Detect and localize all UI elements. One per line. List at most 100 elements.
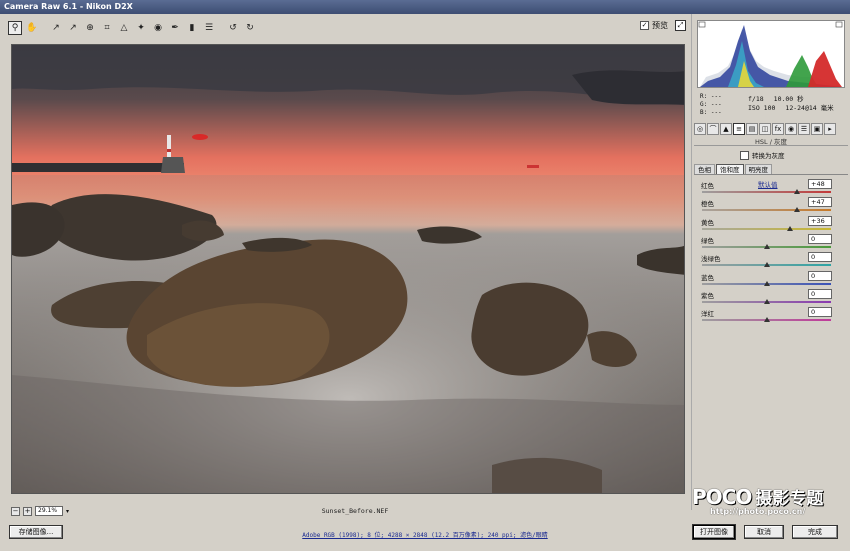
tab-detail-icon[interactable]: ▲ — [720, 122, 732, 135]
saturation-slider[interactable]: 红色 +48 — [701, 179, 833, 198]
subtab-2[interactable]: 明亮度 — [744, 164, 772, 174]
tab-effects-icon[interactable]: fx — [772, 122, 784, 135]
slider-thumb[interactable] — [794, 207, 801, 213]
watermark: POCO 摄影专题 http://photo.poco.cn/ — [692, 484, 847, 516]
zoom-dropdown-icon[interactable]: ▾ — [66, 508, 69, 515]
watermark-url: http://photo.poco.cn/ — [710, 507, 806, 516]
preview-label: 预览 — [652, 21, 668, 30]
slider-value-field[interactable]: 0 — [808, 288, 832, 299]
slider-thumb[interactable] — [786, 225, 793, 231]
slider-value-field[interactable]: 0 — [808, 252, 832, 263]
slider-thumb[interactable] — [763, 280, 770, 286]
save-image-button[interactable]: 存储图像... — [9, 525, 63, 539]
saturation-slider[interactable]: 黄色 +36 — [701, 215, 833, 235]
filename-label: Sunset_Before.NEF — [321, 507, 389, 515]
slider-label: 蓝色 — [701, 273, 714, 282]
straighten-tool-icon[interactable]: △ — [117, 21, 131, 35]
tab-lens-corrections-icon[interactable]: ◫ — [759, 122, 771, 135]
slider-label: 红色 — [701, 182, 714, 190]
zoom-tool-icon[interactable]: ⚲ — [8, 21, 22, 35]
watermark-logo: POCO — [692, 485, 752, 509]
tab-tone-curve-icon[interactable]: ⌒ — [707, 122, 719, 135]
saturation-slider[interactable]: 洋红 0 — [701, 307, 833, 326]
tab-camera-calibration-icon[interactable]: ◉ — [785, 122, 797, 135]
adjustments-panel: R: --- G: --- B: --- f/18 10.00 秒 ISO 100… — [691, 14, 850, 510]
zoom-out-button[interactable]: − — [11, 506, 20, 516]
slider-label: 洋红 — [701, 310, 714, 319]
readout-b: B: --- — [700, 109, 722, 116]
cancel-button[interactable]: 取消 — [744, 525, 784, 539]
white-balance-tool-icon[interactable]: ↗ — [49, 21, 63, 35]
panel-title: HSL / 灰度 — [694, 136, 848, 146]
adjustment-brush-icon[interactable]: ✒ — [168, 21, 182, 35]
shutter-speed: 10.00 秒 — [773, 95, 804, 103]
color-sampler-tool-icon[interactable]: ↗ — [66, 21, 80, 35]
open-image-button[interactable]: 打开图像 — [692, 524, 736, 540]
slider-thumb[interactable] — [794, 189, 801, 194]
spot-removal-tool-icon[interactable]: ✦ — [134, 21, 148, 35]
slider-value-field[interactable]: +47 — [808, 197, 832, 208]
slider-thumb[interactable] — [763, 243, 770, 249]
slider-label: 紫色 — [701, 291, 714, 300]
preview-toggle[interactable]: ✓ 预览 — [640, 20, 668, 31]
slider-value-field[interactable]: 0 — [808, 233, 832, 244]
preview-checkbox[interactable]: ✓ — [640, 21, 649, 30]
watermark-title: 摄影专题 — [755, 489, 824, 509]
tab-presets-icon[interactable]: ☰ — [798, 122, 810, 135]
convert-grayscale-checkbox[interactable] — [740, 150, 749, 160]
slider-value-field[interactable]: +48 — [808, 179, 832, 189]
slider-track[interactable] — [702, 191, 831, 193]
saturation-slider[interactable]: 紫色 0 — [701, 288, 833, 308]
rgb-readout: R: --- G: --- B: --- — [700, 93, 722, 117]
aperture: f/18 — [748, 95, 764, 103]
saturation-slider[interactable]: 绿色 0 — [701, 233, 833, 253]
slider-label: 绿色 — [701, 236, 714, 245]
preferences-icon[interactable]: ☰ — [202, 21, 216, 35]
slider-thumb[interactable] — [763, 317, 770, 323]
subtab-0[interactable]: 色相 — [694, 164, 715, 174]
hsl-subtabs: 色相 饱和度 明亮度 — [694, 164, 773, 174]
rotate-cw-icon[interactable]: ↻ — [243, 21, 257, 35]
tab-snapshots-icon[interactable]: ▣ — [811, 122, 823, 135]
subtab-1[interactable]: 饱和度 — [716, 164, 744, 174]
toolbar: ⚲ ✋ ↗ ↗ ⊕ ⌗ △ ✦ ◉ ✒ ▮ ☰ ↺ ↻ — [8, 18, 688, 38]
histogram — [697, 20, 845, 88]
readout-g: G: --- — [700, 101, 722, 108]
window-title: Camera Raw 6.1 - Nikon D2X — [0, 0, 850, 14]
graduated-filter-icon[interactable]: ▮ — [185, 21, 199, 35]
iso: ISO 100 — [748, 104, 776, 112]
slider-track[interactable] — [702, 227, 831, 230]
slider-label: 橙色 — [701, 200, 714, 209]
slider-value-field[interactable]: 0 — [808, 307, 832, 318]
lens: 12-24@14 毫米 — [785, 104, 834, 112]
convert-grayscale-toggle[interactable]: 转换为灰度 — [740, 150, 785, 160]
saturation-slider[interactable]: 浅绿色 0 — [701, 252, 833, 271]
saturation-slider[interactable]: 蓝色 0 — [701, 270, 833, 290]
slider-value-field[interactable]: +36 — [808, 215, 832, 226]
hand-tool-icon[interactable]: ✋ — [25, 21, 39, 35]
tab-hsl-icon[interactable]: ≡ — [733, 122, 745, 135]
zoom-control: − + 29.1% ▾ — [11, 506, 69, 516]
landscape-photo — [12, 45, 684, 493]
panel-tabs: ◎ ⌒ ▲ ≡ ▤ ◫ fx ◉ ☰ ▣ ▸ — [694, 122, 848, 135]
targeted-adjustment-tool-icon[interactable]: ⊕ — [83, 21, 97, 35]
workflow-options-link[interactable]: Adobe RGB (1998); 8 位; 4288 × 2848 (12.2… — [240, 530, 610, 539]
panel-menu-icon[interactable]: ▸ — [824, 122, 836, 135]
red-eye-tool-icon[interactable]: ◉ — [151, 21, 165, 35]
saturation-slider[interactable]: 橙色 +47 — [701, 197, 833, 216]
zoom-in-button[interactable]: + — [23, 506, 32, 516]
camera-info: f/18 10.00 秒 ISO 100 12-24@14 毫米 — [748, 95, 834, 113]
slider-value-field[interactable]: 0 — [808, 270, 832, 281]
rotate-ccw-icon[interactable]: ↺ — [226, 21, 240, 35]
slider-thumb[interactable] — [763, 298, 770, 304]
crop-tool-icon[interactable]: ⌗ — [100, 21, 114, 35]
fullscreen-icon[interactable]: ⤢ — [675, 20, 686, 31]
readout-r: R: --- — [700, 93, 722, 100]
slider-thumb[interactable] — [763, 262, 770, 268]
image-preview[interactable] — [11, 44, 685, 494]
zoom-level-field[interactable]: 29.1% — [35, 506, 63, 516]
slider-track[interactable] — [702, 209, 831, 212]
tab-basic-icon[interactable]: ◎ — [694, 122, 706, 135]
tab-split-toning-icon[interactable]: ▤ — [746, 122, 758, 135]
done-button[interactable]: 完成 — [792, 525, 838, 539]
